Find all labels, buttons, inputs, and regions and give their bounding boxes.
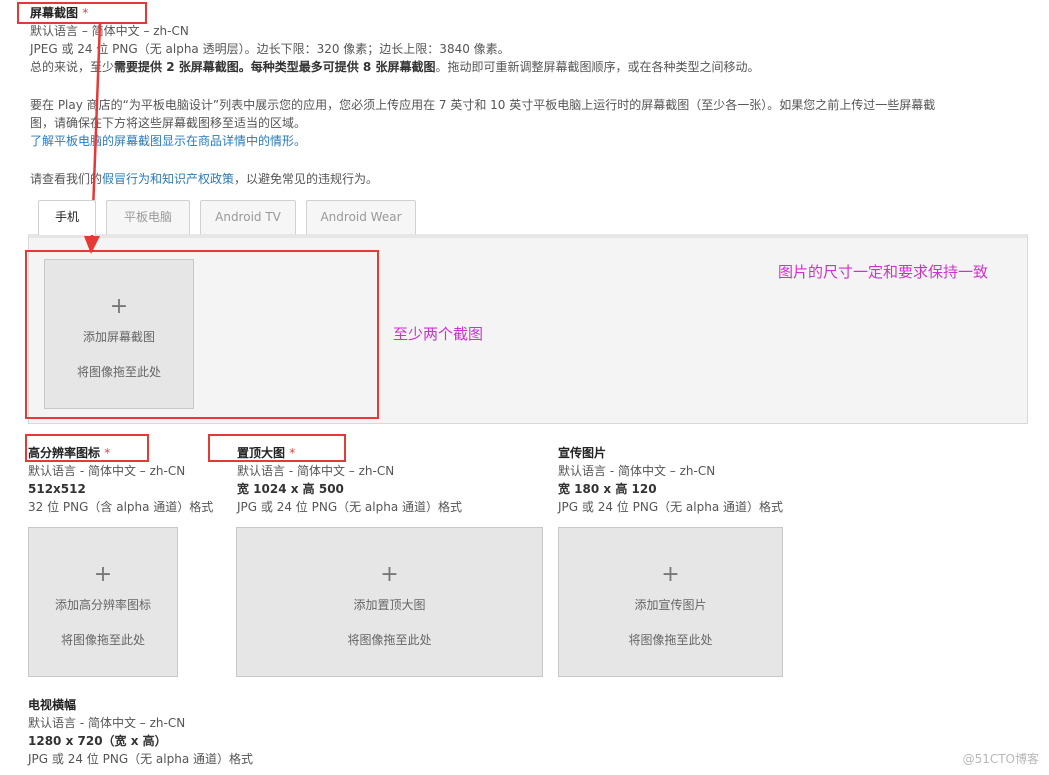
feature-graphic-size: 宽 1024 x 高 500 <box>237 482 344 496</box>
hires-icon-language: 默认语言 - 简体中文 – zh-CN <box>28 464 186 478</box>
add-feature-graphic-dropzone[interactable]: + 添加置顶大图 将图像拖至此处 <box>236 527 543 677</box>
add-hires-icon-dropzone[interactable]: + 添加高分辨率图标 将图像拖至此处 <box>28 527 178 677</box>
promo-graphic-format: JPG 或 24 位 PNG（无 alpha 通道）格式 <box>558 500 784 514</box>
tv-banner-format: JPG 或 24 位 PNG（无 alpha 通道）格式 <box>28 752 254 766</box>
annotation-box-hires-icon <box>25 434 149 462</box>
promo-graphic-language: 默认语言 - 简体中文 – zh-CN <box>558 464 716 478</box>
plus-icon: + <box>661 562 680 587</box>
promo-graphic-size: 宽 180 x 高 120 <box>558 482 657 496</box>
feature-graphic-language: 默认语言 - 简体中文 – zh-CN <box>237 464 395 478</box>
tv-banner-size: 1280 x 720（宽 x 高） <box>28 734 167 748</box>
hires-icon-format: 32 位 PNG（含 alpha 通道）格式 <box>28 500 214 514</box>
tv-banner-language: 默认语言 - 简体中文 – zh-CN <box>28 716 186 730</box>
tv-banner-title: 电视横幅 <box>28 698 77 712</box>
tab-phone[interactable]: 手机 <box>38 200 96 235</box>
watermark: @51CTO博客 <box>962 752 1039 766</box>
add-promo-graphic-dropzone[interactable]: + 添加宣传图片 将图像拖至此处 <box>558 527 783 677</box>
feature-graphic-format: JPG 或 24 位 PNG（无 alpha 通道）格式 <box>237 500 463 514</box>
plus-icon: + <box>93 562 113 587</box>
annotation-box-feature-graphic <box>208 434 346 462</box>
plus-icon: + <box>380 562 399 587</box>
hires-icon-size: 512x512 <box>28 482 86 496</box>
promo-graphic-title: 宣传图片 <box>558 446 607 460</box>
